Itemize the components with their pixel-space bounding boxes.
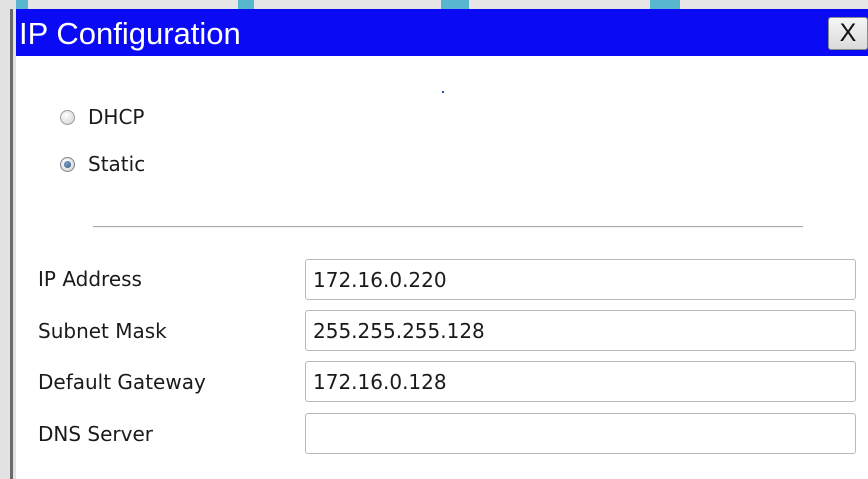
- ip-address-input[interactable]: [305, 259, 856, 300]
- background-tab-segment: [16, 0, 28, 9]
- section-separator: [93, 226, 803, 228]
- stray-dot: [442, 91, 444, 93]
- background-tab-segment: [650, 0, 680, 9]
- dhcp-radio-option[interactable]: DHCP: [60, 104, 144, 130]
- close-icon: X: [839, 19, 857, 47]
- background-tab-segment: [441, 0, 469, 9]
- default-gateway-label: Default Gateway: [38, 370, 206, 394]
- ip-address-label: IP Address: [38, 267, 142, 291]
- dialog-titlebar[interactable]: IP Configuration X: [16, 9, 868, 56]
- subnet-mask-input[interactable]: [305, 310, 856, 351]
- dns-server-input[interactable]: [305, 413, 856, 454]
- default-gateway-input[interactable]: [305, 361, 856, 402]
- ip-configuration-dialog: IP Configuration X DHCP Static IP Addres…: [16, 9, 868, 479]
- background-window-strip: [0, 0, 868, 9]
- close-button[interactable]: X: [828, 17, 868, 50]
- dhcp-radio-label[interactable]: DHCP: [88, 105, 144, 129]
- static-radio-button[interactable]: [60, 156, 75, 172]
- window-left-border: [0, 0, 16, 479]
- dhcp-radio-button[interactable]: [60, 109, 75, 125]
- static-radio-label[interactable]: Static: [88, 152, 145, 176]
- dns-server-label: DNS Server: [38, 422, 153, 446]
- static-radio-option[interactable]: Static: [60, 151, 145, 177]
- window-left-frame-line: [10, 9, 13, 479]
- dialog-title: IP Configuration: [19, 16, 241, 51]
- subnet-mask-label: Subnet Mask: [38, 319, 167, 343]
- background-tab-segment: [238, 0, 254, 9]
